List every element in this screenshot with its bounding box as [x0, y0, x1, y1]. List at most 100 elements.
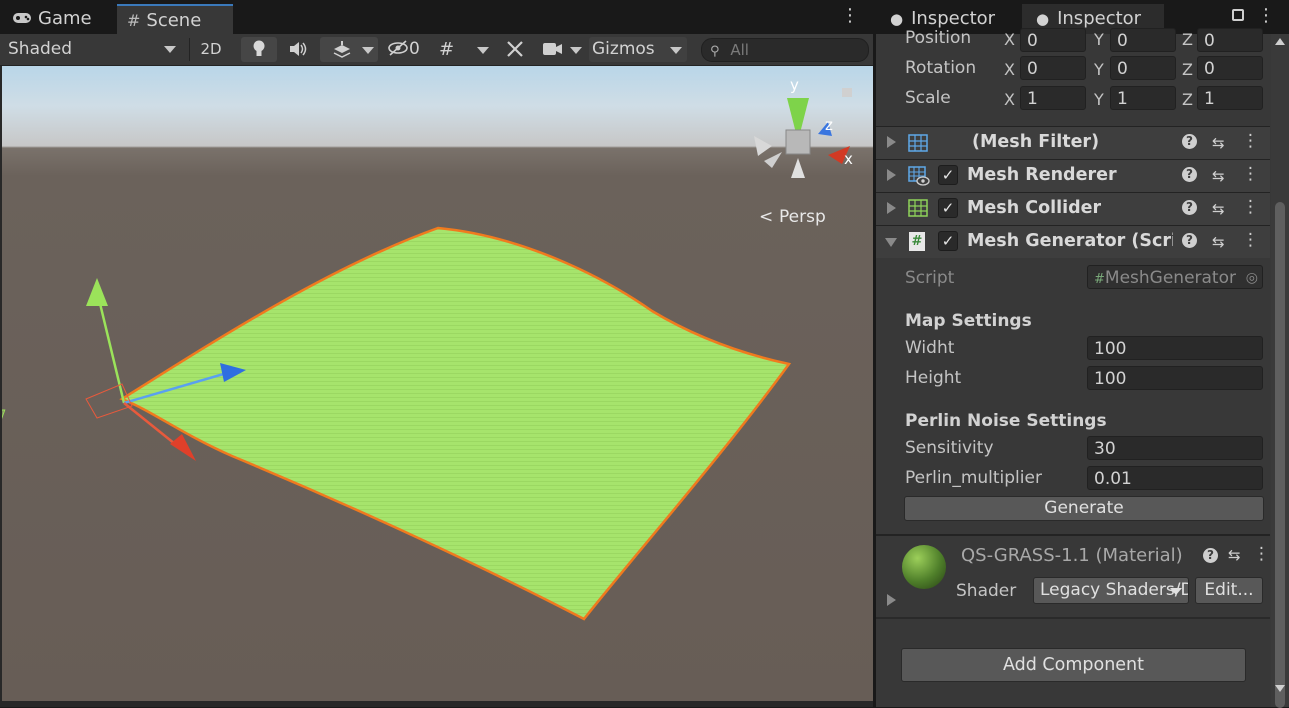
x-label: X: [1004, 60, 1015, 79]
help-icon[interactable]: ?: [1182, 233, 1197, 248]
scale-y-field[interactable]: 1: [1110, 86, 1176, 110]
persp-toggle-arrow-icon: <: [759, 207, 773, 227]
preset-icon[interactable]: ⇆: [1212, 200, 1225, 218]
scroll-down-arrow-icon[interactable]: [1275, 685, 1285, 692]
scale-z-field[interactable]: 1: [1197, 86, 1263, 110]
perlin-multiplier-field[interactable]: 0.01: [1087, 466, 1263, 490]
chevron-down-icon: [477, 47, 489, 54]
preset-icon[interactable]: ⇆: [1212, 134, 1225, 152]
expand-arrow-icon[interactable]: [887, 169, 896, 181]
mesh-renderer-title: Mesh Renderer: [967, 165, 1117, 185]
edit-shader-button[interactable]: Edit...: [1195, 577, 1263, 604]
tab-inspector-1-label: Inspector: [911, 8, 996, 29]
scene-viewport[interactable]: y z x < Persp: [2, 66, 873, 701]
help-icon[interactable]: ?: [1182, 200, 1197, 215]
preset-icon[interactable]: ⇆: [1212, 167, 1225, 185]
position-y-field[interactable]: 0: [1110, 28, 1176, 52]
mesh-collider-enabled-checkbox[interactable]: ✓: [938, 198, 958, 218]
rotation-x-field[interactable]: 0: [1020, 56, 1086, 80]
position-x-field[interactable]: 0: [1020, 28, 1086, 52]
eye-hidden-icon: [388, 40, 408, 56]
info-icon: ●: [890, 10, 904, 28]
effects-dropdown[interactable]: [320, 37, 378, 62]
expand-arrow-icon[interactable]: [887, 136, 896, 148]
mesh-renderer-enabled-checkbox[interactable]: ✓: [938, 165, 958, 185]
scene-render: y z x < Persp: [2, 76, 853, 621]
mesh-collider-header[interactable]: ✓ Mesh Collider ? ⇆ ⋮: [876, 192, 1270, 225]
mesh-generator-title: Mesh Generator (Script): [967, 231, 1173, 251]
mesh-generator-header[interactable]: # ✓ Mesh Generator (Script) ? ⇆ ⋮: [876, 225, 1270, 258]
tab-game[interactable]: Game: [2, 4, 102, 34]
script-object-field: #MeshGenerator ◎: [1087, 265, 1263, 289]
sensitivity-field[interactable]: 30: [1087, 436, 1263, 460]
scene-tabbar: Game # Scene ⋮: [0, 0, 873, 36]
width-label: Widht: [905, 338, 955, 358]
grid-icon: #: [439, 39, 455, 60]
position-z-field[interactable]: 0: [1197, 28, 1263, 52]
mesh-filter-title: (Mesh Filter): [972, 132, 1100, 152]
scroll-up-arrow-icon[interactable]: [1275, 38, 1285, 45]
shading-mode-dropdown[interactable]: Shaded: [8, 37, 178, 62]
script-file-icon: #: [1094, 272, 1105, 287]
inspector-panel: ● Inspector ● Inspector ⋮ Position X 0 Y 0…: [876, 0, 1289, 708]
perlin-settings-title: Perlin Noise Settings: [905, 411, 1107, 431]
scene-menu-icon[interactable]: ⋮: [841, 7, 859, 25]
help-icon[interactable]: ?: [1203, 548, 1218, 563]
mesh-renderer-header[interactable]: ✓ Mesh Renderer ? ⇆ ⋮: [876, 159, 1270, 192]
scroll-thumb[interactable]: [1275, 202, 1285, 708]
shading-mode-value: Shaded: [8, 39, 73, 59]
width-field[interactable]: 100: [1087, 336, 1263, 360]
lighting-toggle[interactable]: [241, 37, 277, 62]
help-icon[interactable]: ?: [1182, 167, 1197, 182]
audio-toggle[interactable]: [283, 37, 313, 62]
help-icon[interactable]: ?: [1182, 134, 1197, 149]
map-settings-title: Map Settings: [905, 311, 1032, 331]
mesh-generator-enabled-checkbox[interactable]: ✓: [938, 231, 958, 251]
lock-icon[interactable]: [1232, 9, 1244, 21]
add-component-button[interactable]: Add Component: [901, 648, 1246, 682]
component-menu-icon[interactable]: ⋮: [1242, 230, 1259, 250]
lock-icon[interactable]: [842, 88, 852, 97]
inspector-scrollbar[interactable]: [1271, 34, 1289, 708]
scale-x-field[interactable]: 1: [1020, 86, 1086, 110]
inspector-menu-icon[interactable]: ⋮: [1257, 7, 1275, 25]
orientation-gizmo[interactable]: y z x: [754, 76, 853, 178]
scene-search-input[interactable]: ⚲ All: [701, 38, 869, 62]
preset-icon[interactable]: ⇆: [1228, 546, 1241, 564]
expand-arrow-icon[interactable]: [887, 594, 896, 606]
generate-button[interactable]: Generate: [904, 496, 1264, 521]
object-picker-icon[interactable]: ◎: [1246, 266, 1258, 288]
component-menu-icon[interactable]: ⋮: [1242, 197, 1259, 217]
collapse-arrow-icon[interactable]: [885, 238, 897, 247]
z-label: Z: [1182, 60, 1193, 79]
chevron-down-icon: [570, 47, 582, 54]
toggle-2d-button[interactable]: 2D: [196, 37, 226, 62]
expand-arrow-icon[interactable]: [887, 202, 896, 214]
grid-dropdown[interactable]: #: [437, 37, 495, 62]
info-icon: ●: [1036, 10, 1050, 28]
preset-icon[interactable]: ⇆: [1212, 233, 1225, 251]
shader-dropdown[interactable]: Legacy Shaders/Diffuse: [1033, 577, 1189, 604]
shader-label: Shader: [956, 581, 1017, 601]
tools-icon: [507, 41, 523, 57]
component-menu-icon[interactable]: ⋮: [1242, 164, 1259, 184]
rotation-z-field[interactable]: 0: [1197, 56, 1263, 80]
section-divider: [876, 534, 1270, 536]
material-name: QS-GRASS-1.1 (Material): [961, 545, 1183, 566]
component-menu-icon[interactable]: ⋮: [1242, 131, 1259, 151]
chevron-down-icon: [1170, 588, 1182, 595]
terrain-mesh[interactable]: [119, 226, 792, 621]
chevron-down-icon: [670, 47, 682, 54]
camera-icon: [543, 43, 562, 55]
tab-scene[interactable]: # Scene: [117, 4, 233, 36]
gizmos-dropdown[interactable]: Gizmos: [589, 37, 687, 62]
tools-button[interactable]: [503, 37, 527, 62]
hidden-objects-toggle[interactable]: 0: [387, 37, 429, 62]
shader-value: Legacy Shaders/Diffuse: [1040, 580, 1188, 600]
component-menu-icon[interactable]: ⋮: [1253, 544, 1270, 564]
height-field[interactable]: 100: [1087, 366, 1263, 390]
camera-dropdown[interactable]: [538, 37, 584, 62]
rotation-y-field[interactable]: 0: [1110, 56, 1176, 80]
mesh-filter-header[interactable]: (Mesh Filter) ? ⇆ ⋮: [876, 126, 1270, 159]
persp-label[interactable]: Persp: [779, 207, 826, 227]
